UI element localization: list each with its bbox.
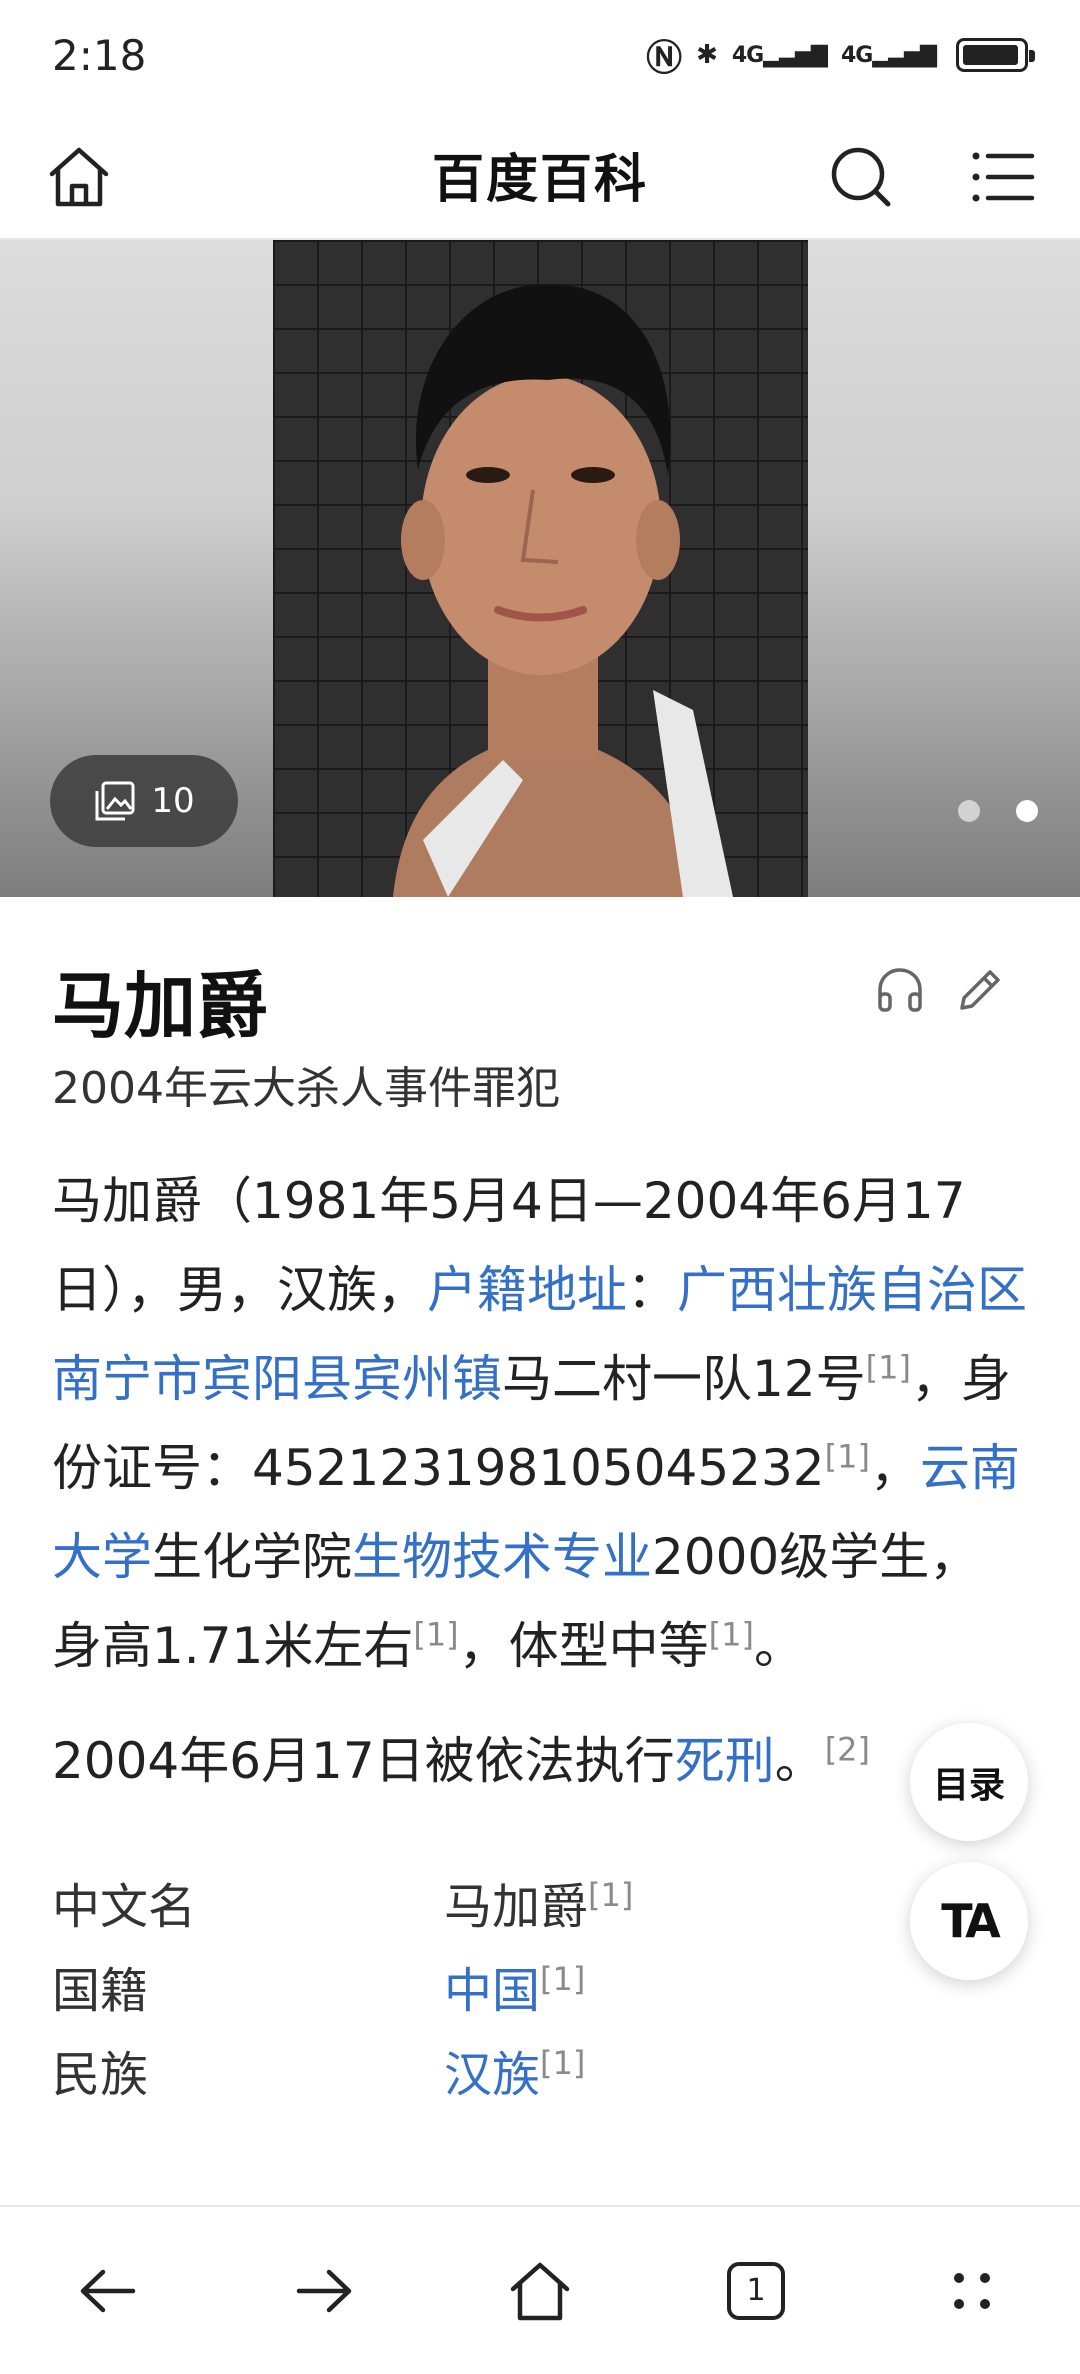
signal-icon-2: 4G▂▃▅▇: [840, 42, 937, 68]
headphones-icon[interactable]: [872, 962, 928, 1018]
home-icon: [510, 2262, 570, 2320]
link-death-penalty[interactable]: 死刑: [675, 1732, 775, 1790]
bottom-toolbar: 1: [0, 2205, 1080, 2374]
arrow-right-icon: [296, 2269, 352, 2312]
status-time: 2:18: [52, 30, 147, 80]
link-biotech-major[interactable]: 生物技术专业: [352, 1528, 652, 1586]
basic-info-table: 中文名 马加爵[1] 国籍 中国[1] 民族 汉族[1]: [52, 1860, 1028, 2112]
entry-subtitle: 2004年云大杀人事件罪犯: [52, 1063, 560, 1114]
info-key: 民族: [52, 2047, 149, 2103]
tab-count: 1: [727, 2261, 785, 2320]
top-nav: 百度百科: [0, 110, 1080, 240]
battery-icon: [956, 38, 1035, 72]
title-row: 马加爵: [52, 897, 1028, 1048]
gallery-icon: [95, 781, 135, 821]
gallery-count-badge[interactable]: 10: [50, 755, 238, 847]
arrow-left-icon: [80, 2269, 136, 2312]
ta-button[interactable]: TA: [910, 1862, 1028, 1980]
reference-mark[interactable]: [2]: [825, 1730, 870, 1768]
home-button[interactable]: [495, 2246, 585, 2336]
hero-gallery[interactable]: 10: [0, 240, 1080, 897]
home-icon[interactable]: [44, 142, 114, 212]
info-key: 中文名: [52, 1879, 197, 1935]
table-of-contents-button[interactable]: 目录: [910, 1723, 1028, 1841]
entry-title: 马加爵: [52, 964, 269, 1048]
status-icons: Ⓝ ✱ 4G▂▃▅▇ 4G▂▃▅▇: [646, 29, 1035, 81]
carousel-dot-active: [1016, 800, 1038, 822]
info-row: 中文名 马加爵[1]: [52, 1860, 1028, 1944]
bluetooth-icon: ✱: [696, 40, 718, 70]
page-title: 百度百科: [431, 149, 648, 210]
status-bar: 2:18 Ⓝ ✱ 4G▂▃▅▇ 4G▂▃▅▇: [0, 0, 1080, 110]
search-icon[interactable]: [826, 142, 896, 212]
edit-icon[interactable]: [952, 962, 1008, 1018]
info-value: 马加爵[1]: [444, 1876, 634, 1935]
menu-icon[interactable]: [968, 142, 1038, 212]
info-row: 国籍 中国[1]: [52, 1944, 1028, 2028]
link-household-address[interactable]: 户籍地址: [427, 1261, 627, 1319]
carousel-dots: [958, 800, 1038, 822]
more-dots-icon: [954, 2272, 990, 2309]
summary-paragraph: 马加爵（1981年5月4日—2004年6月17日），男，汉族，户籍地址：广西壮族…: [52, 1172, 1027, 1675]
forward-button[interactable]: [279, 2246, 369, 2336]
article: 马加爵 2004年云大杀人事件罪犯 马加爵（1981年5月4日—2004年6月1…: [52, 897, 1028, 2112]
more-button[interactable]: [927, 2246, 1017, 2336]
reference-mark[interactable]: [1]: [413, 1615, 458, 1653]
nfc-icon: Ⓝ: [646, 38, 683, 79]
carousel-dot: [958, 800, 980, 822]
reference-mark[interactable]: [1]: [825, 1437, 870, 1475]
portrait-photo[interactable]: [273, 240, 808, 897]
info-value-link[interactable]: 汉族[1]: [444, 2035, 585, 2105]
info-key: 国籍: [52, 1963, 149, 2019]
back-button[interactable]: [63, 2246, 153, 2336]
info-value-link[interactable]: 中国[1]: [444, 1951, 585, 2021]
execution-paragraph: 2004年6月17日被依法执行死刑。[2]: [52, 1730, 871, 1790]
tabs-button[interactable]: 1: [711, 2246, 801, 2336]
reference-mark[interactable]: [1]: [709, 1615, 754, 1653]
info-row: 民族 汉族[1]: [52, 2028, 1028, 2112]
photo-count: 10: [151, 781, 195, 821]
reference-mark[interactable]: [1]: [866, 1348, 911, 1386]
signal-icon-1: 4G▂▃▅▇: [731, 42, 828, 68]
